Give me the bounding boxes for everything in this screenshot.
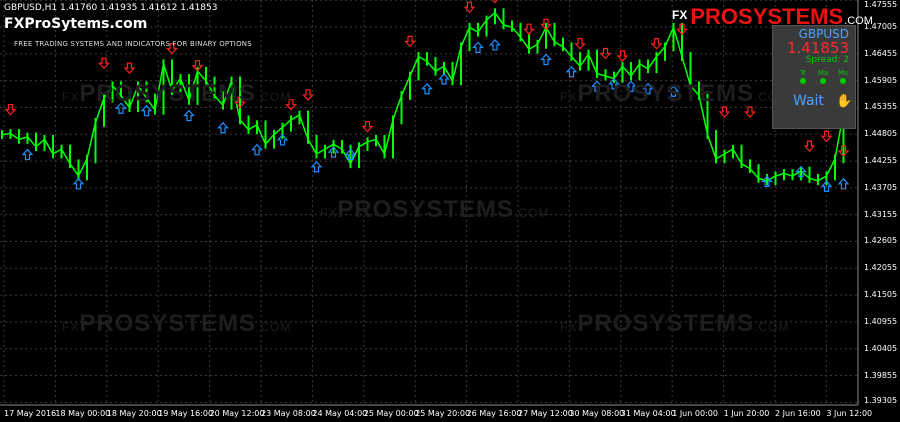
watermark-3: FXPROSYSTEMS.COM [320, 196, 550, 223]
price-tick-label: 1.47005 [864, 22, 898, 32]
sell-arrow-icon [803, 140, 816, 153]
panel-spread: Spread: 2 [805, 55, 849, 65]
sell-arrow-icon [404, 35, 416, 48]
time-tick-label: 2 Jun 16:00 [775, 409, 821, 418]
time-tick-label: 19 May 16:00 [158, 409, 214, 418]
time-tick-label: 17 May 2016 [4, 409, 57, 418]
time-tick-label: 25 May 00:00 [363, 409, 419, 418]
indicator-dot-icon [820, 78, 826, 84]
buy-arrow-icon [472, 41, 484, 53]
time-tick-label: 26 May 16:00 [466, 409, 522, 418]
symbol-ohlc-line: GBPUSD,H1 1.41760 1.41935 1.41612 1.4185… [4, 3, 218, 13]
sell-arrow-icon [361, 121, 374, 133]
buy-arrow-icon [489, 39, 501, 51]
buy-arrow-icon [837, 177, 850, 190]
hand-icon: ✋ [836, 94, 853, 109]
price-tick-label: 1.42605 [864, 236, 898, 246]
price-tick-label: 1.40405 [864, 343, 898, 353]
status-text: Wait [793, 93, 824, 109]
buy-arrow-icon [251, 143, 263, 156]
buy-arrow-icon [421, 82, 433, 95]
buy-arrow-icon [310, 160, 323, 173]
price-tick-label: 1.47555 [864, 0, 898, 9]
price-tick-label: 1.44805 [864, 129, 898, 139]
price-tick-label: 1.46455 [864, 48, 898, 58]
time-tick-label: 31 May 04:00 [620, 409, 676, 418]
price-axis[interactable]: 1.47555 1.47005 1.46455 1.45905 1.45355 1.448… [858, 0, 900, 422]
time-tick-label: 20 May 12:00 [209, 409, 265, 418]
buy-arrow-icon [540, 53, 552, 66]
sell-arrow-icon [302, 89, 314, 101]
price-tick-label: 1.39305 [864, 396, 898, 405]
buy-arrow-icon [217, 121, 229, 134]
price-tick-label: 1.39855 [864, 370, 898, 380]
indicator-ms: Ms [833, 69, 853, 84]
price-tick-label: 1.41505 [864, 290, 898, 300]
time-tick-label: 24 May 04:00 [312, 409, 368, 418]
indicator-dot-icon [800, 78, 806, 84]
price-tick-label: 1.45905 [864, 75, 898, 85]
buy-arrow-icon [565, 65, 578, 78]
time-tick-label: 1 Jun 00:00 [672, 409, 718, 418]
sell-arrow-icon [123, 62, 136, 75]
time-tick-label: 18 May 00:00 [55, 409, 111, 418]
time-tick-label: 18 May 20:00 [106, 409, 162, 418]
time-tick-label: 30 May 08:00 [569, 409, 625, 418]
indicator-ma: Ma [813, 69, 833, 84]
sell-arrow-icon [4, 103, 17, 116]
brand-name: FXProSytems.com [4, 16, 148, 32]
time-tick-label: 27 May 12:00 [518, 409, 573, 418]
price-tick-label: 1.45355 [864, 102, 898, 112]
sell-arrow-icon [650, 38, 663, 50]
brand-tagline: FREE TRADING SYSTEMS AND INDICATORS FOR … [14, 40, 252, 48]
sell-arrow-icon [574, 38, 586, 50]
price-tick-label: 1.43705 [864, 182, 898, 192]
watermark-5: FXPROSYSTEMS.COM [560, 310, 790, 337]
time-tick-label: 3 Jun 12:00 [826, 409, 873, 418]
indicator-tr: Tr [793, 69, 813, 84]
time-tick-label: 23 May 08:00 [261, 409, 316, 418]
buy-arrow-icon [21, 148, 34, 161]
watermark-4: FXPROSYSTEMS.COM [62, 310, 292, 337]
price-tick-label: 1.40955 [864, 316, 898, 326]
signal-panel: GBPUSD 1.41853 Spread: 2 Tr Ma Ms Wait ✋ [772, 25, 856, 129]
price-tick-label: 1.44255 [864, 156, 898, 166]
indicator-dots: Tr Ma Ms [793, 69, 855, 89]
time-tick-label: 1 Jun 20:00 [723, 409, 770, 418]
sell-arrow-icon [718, 106, 731, 118]
buy-arrow-icon [183, 109, 195, 122]
price-tick-label: 1.43155 [864, 209, 898, 219]
indicator-dot-icon [840, 78, 846, 84]
watermark-2: FXPROSYSTEMS.COM [560, 80, 788, 107]
price-tick-label: 1.42055 [864, 263, 898, 273]
watermark-1: FXPROSYSTEMS.COM [62, 80, 292, 107]
time-axis[interactable]: 17 May 2016 18 May 00:00 18 May 20:00 19 Ma… [0, 405, 872, 422]
sell-arrow-icon [744, 106, 756, 118]
sell-arrow-icon [616, 50, 629, 62]
time-tick-label: 25 May 20:00 [415, 409, 471, 418]
